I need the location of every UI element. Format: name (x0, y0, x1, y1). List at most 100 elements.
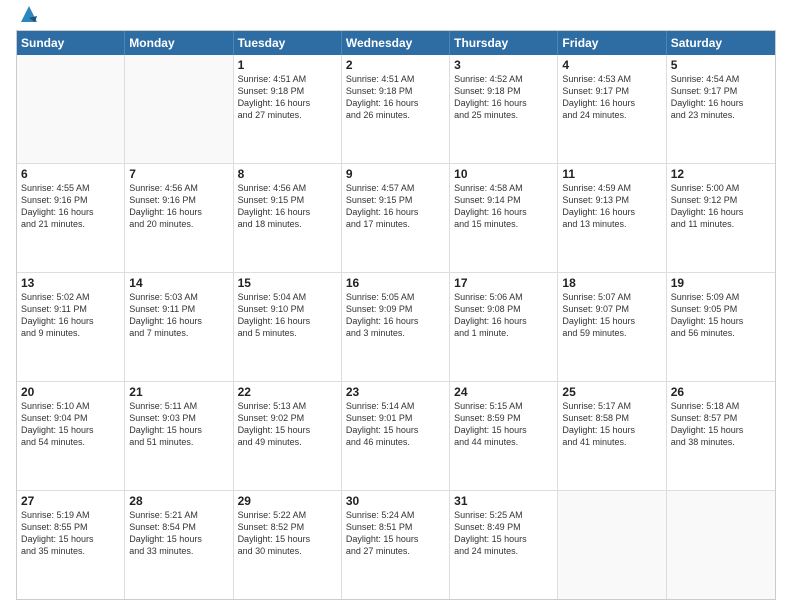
cell-content: Sunrise: 5:02 AM Sunset: 9:11 PM Dayligh… (21, 291, 120, 340)
calendar-header-day: Sunday (17, 31, 125, 55)
header (16, 12, 776, 24)
day-number: 15 (238, 276, 337, 290)
day-number: 14 (129, 276, 228, 290)
calendar-cell: 23Sunrise: 5:14 AM Sunset: 9:01 PM Dayli… (342, 382, 450, 490)
calendar-cell: 2Sunrise: 4:51 AM Sunset: 9:18 PM Daylig… (342, 55, 450, 163)
day-number: 30 (346, 494, 445, 508)
calendar-cell: 30Sunrise: 5:24 AM Sunset: 8:51 PM Dayli… (342, 491, 450, 599)
calendar-cell: 24Sunrise: 5:15 AM Sunset: 8:59 PM Dayli… (450, 382, 558, 490)
day-number: 1 (238, 58, 337, 72)
cell-content: Sunrise: 4:58 AM Sunset: 9:14 PM Dayligh… (454, 182, 553, 231)
cell-content: Sunrise: 5:18 AM Sunset: 8:57 PM Dayligh… (671, 400, 771, 449)
calendar-header-day: Monday (125, 31, 233, 55)
day-number: 22 (238, 385, 337, 399)
calendar-cell: 1Sunrise: 4:51 AM Sunset: 9:18 PM Daylig… (234, 55, 342, 163)
day-number: 13 (21, 276, 120, 290)
calendar-cell: 8Sunrise: 4:56 AM Sunset: 9:15 PM Daylig… (234, 164, 342, 272)
calendar-header-row: SundayMondayTuesdayWednesdayThursdayFrid… (17, 31, 775, 55)
cell-content: Sunrise: 5:06 AM Sunset: 9:08 PM Dayligh… (454, 291, 553, 340)
calendar-header-day: Thursday (450, 31, 558, 55)
calendar-cell: 27Sunrise: 5:19 AM Sunset: 8:55 PM Dayli… (17, 491, 125, 599)
calendar-header-day: Tuesday (234, 31, 342, 55)
calendar-cell (17, 55, 125, 163)
day-number: 24 (454, 385, 553, 399)
calendar-row: 20Sunrise: 5:10 AM Sunset: 9:04 PM Dayli… (17, 382, 775, 491)
cell-content: Sunrise: 5:05 AM Sunset: 9:09 PM Dayligh… (346, 291, 445, 340)
cell-content: Sunrise: 4:59 AM Sunset: 9:13 PM Dayligh… (562, 182, 661, 231)
calendar-cell: 13Sunrise: 5:02 AM Sunset: 9:11 PM Dayli… (17, 273, 125, 381)
cell-content: Sunrise: 4:57 AM Sunset: 9:15 PM Dayligh… (346, 182, 445, 231)
day-number: 21 (129, 385, 228, 399)
cell-content: Sunrise: 4:55 AM Sunset: 9:16 PM Dayligh… (21, 182, 120, 231)
calendar-cell: 7Sunrise: 4:56 AM Sunset: 9:16 PM Daylig… (125, 164, 233, 272)
cell-content: Sunrise: 5:22 AM Sunset: 8:52 PM Dayligh… (238, 509, 337, 558)
calendar-cell: 20Sunrise: 5:10 AM Sunset: 9:04 PM Dayli… (17, 382, 125, 490)
calendar-cell: 12Sunrise: 5:00 AM Sunset: 9:12 PM Dayli… (667, 164, 775, 272)
cell-content: Sunrise: 5:21 AM Sunset: 8:54 PM Dayligh… (129, 509, 228, 558)
calendar-cell: 22Sunrise: 5:13 AM Sunset: 9:02 PM Dayli… (234, 382, 342, 490)
cell-content: Sunrise: 5:11 AM Sunset: 9:03 PM Dayligh… (129, 400, 228, 449)
cell-content: Sunrise: 5:19 AM Sunset: 8:55 PM Dayligh… (21, 509, 120, 558)
calendar: SundayMondayTuesdayWednesdayThursdayFrid… (16, 30, 776, 600)
cell-content: Sunrise: 5:07 AM Sunset: 9:07 PM Dayligh… (562, 291, 661, 340)
day-number: 20 (21, 385, 120, 399)
cell-content: Sunrise: 4:53 AM Sunset: 9:17 PM Dayligh… (562, 73, 661, 122)
cell-content: Sunrise: 4:54 AM Sunset: 9:17 PM Dayligh… (671, 73, 771, 122)
calendar-cell: 9Sunrise: 4:57 AM Sunset: 9:15 PM Daylig… (342, 164, 450, 272)
day-number: 6 (21, 167, 120, 181)
calendar-cell: 26Sunrise: 5:18 AM Sunset: 8:57 PM Dayli… (667, 382, 775, 490)
day-number: 2 (346, 58, 445, 72)
calendar-cell: 31Sunrise: 5:25 AM Sunset: 8:49 PM Dayli… (450, 491, 558, 599)
calendar-cell: 18Sunrise: 5:07 AM Sunset: 9:07 PM Dayli… (558, 273, 666, 381)
calendar-row: 6Sunrise: 4:55 AM Sunset: 9:16 PM Daylig… (17, 164, 775, 273)
calendar-cell: 16Sunrise: 5:05 AM Sunset: 9:09 PM Dayli… (342, 273, 450, 381)
cell-content: Sunrise: 5:13 AM Sunset: 9:02 PM Dayligh… (238, 400, 337, 449)
day-number: 23 (346, 385, 445, 399)
calendar-row: 13Sunrise: 5:02 AM Sunset: 9:11 PM Dayli… (17, 273, 775, 382)
calendar-cell: 19Sunrise: 5:09 AM Sunset: 9:05 PM Dayli… (667, 273, 775, 381)
day-number: 27 (21, 494, 120, 508)
cell-content: Sunrise: 4:56 AM Sunset: 9:16 PM Dayligh… (129, 182, 228, 231)
day-number: 5 (671, 58, 771, 72)
logo-icon (19, 4, 39, 24)
cell-content: Sunrise: 5:03 AM Sunset: 9:11 PM Dayligh… (129, 291, 228, 340)
calendar-cell: 29Sunrise: 5:22 AM Sunset: 8:52 PM Dayli… (234, 491, 342, 599)
calendar-cell: 10Sunrise: 4:58 AM Sunset: 9:14 PM Dayli… (450, 164, 558, 272)
day-number: 29 (238, 494, 337, 508)
calendar-cell: 3Sunrise: 4:52 AM Sunset: 9:18 PM Daylig… (450, 55, 558, 163)
calendar-cell (125, 55, 233, 163)
calendar-body: 1Sunrise: 4:51 AM Sunset: 9:18 PM Daylig… (17, 55, 775, 599)
calendar-cell: 28Sunrise: 5:21 AM Sunset: 8:54 PM Dayli… (125, 491, 233, 599)
cell-content: Sunrise: 4:56 AM Sunset: 9:15 PM Dayligh… (238, 182, 337, 231)
calendar-cell (667, 491, 775, 599)
day-number: 4 (562, 58, 661, 72)
calendar-header-day: Saturday (667, 31, 775, 55)
day-number: 8 (238, 167, 337, 181)
day-number: 11 (562, 167, 661, 181)
cell-content: Sunrise: 5:09 AM Sunset: 9:05 PM Dayligh… (671, 291, 771, 340)
calendar-header-day: Friday (558, 31, 666, 55)
day-number: 16 (346, 276, 445, 290)
calendar-cell: 4Sunrise: 4:53 AM Sunset: 9:17 PM Daylig… (558, 55, 666, 163)
day-number: 10 (454, 167, 553, 181)
calendar-cell: 21Sunrise: 5:11 AM Sunset: 9:03 PM Dayli… (125, 382, 233, 490)
calendar-cell: 14Sunrise: 5:03 AM Sunset: 9:11 PM Dayli… (125, 273, 233, 381)
day-number: 25 (562, 385, 661, 399)
day-number: 19 (671, 276, 771, 290)
cell-content: Sunrise: 5:10 AM Sunset: 9:04 PM Dayligh… (21, 400, 120, 449)
calendar-cell: 6Sunrise: 4:55 AM Sunset: 9:16 PM Daylig… (17, 164, 125, 272)
day-number: 7 (129, 167, 228, 181)
day-number: 31 (454, 494, 553, 508)
cell-content: Sunrise: 5:04 AM Sunset: 9:10 PM Dayligh… (238, 291, 337, 340)
cell-content: Sunrise: 4:51 AM Sunset: 9:18 PM Dayligh… (346, 73, 445, 122)
cell-content: Sunrise: 5:14 AM Sunset: 9:01 PM Dayligh… (346, 400, 445, 449)
day-number: 28 (129, 494, 228, 508)
calendar-header-day: Wednesday (342, 31, 450, 55)
calendar-cell: 11Sunrise: 4:59 AM Sunset: 9:13 PM Dayli… (558, 164, 666, 272)
cell-content: Sunrise: 4:51 AM Sunset: 9:18 PM Dayligh… (238, 73, 337, 122)
calendar-cell: 15Sunrise: 5:04 AM Sunset: 9:10 PM Dayli… (234, 273, 342, 381)
day-number: 26 (671, 385, 771, 399)
calendar-row: 1Sunrise: 4:51 AM Sunset: 9:18 PM Daylig… (17, 55, 775, 164)
calendar-cell: 5Sunrise: 4:54 AM Sunset: 9:17 PM Daylig… (667, 55, 775, 163)
logo (16, 16, 39, 24)
